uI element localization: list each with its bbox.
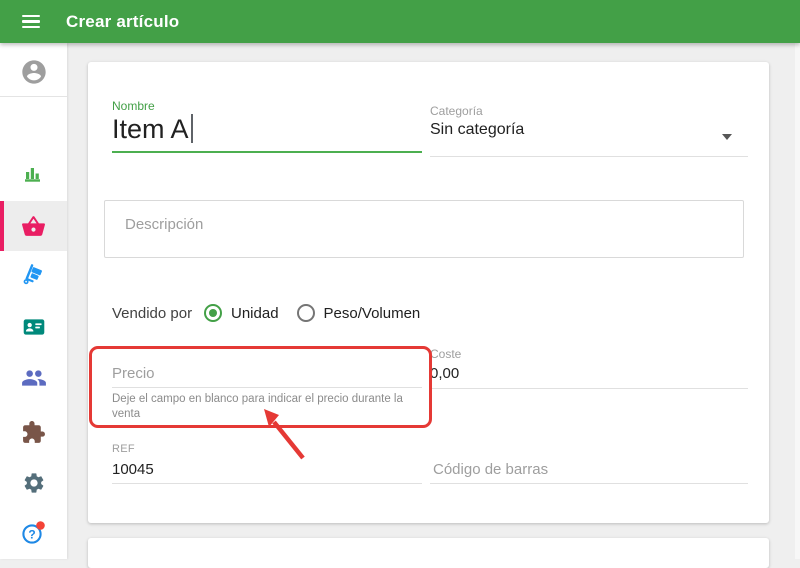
screen: Crear artículo [0, 0, 800, 559]
chevron-down-icon[interactable] [722, 134, 732, 140]
categoria-label: Categoría [430, 104, 483, 118]
gear-icon [22, 471, 46, 495]
precio-helper-text: Deje el campo en blanco para indicar el … [112, 392, 434, 422]
puzzle-icon [21, 420, 46, 445]
nombre-input[interactable]: Item A [112, 112, 193, 146]
sidebar-item-stock[interactable] [0, 251, 67, 301]
svg-text:?: ? [28, 528, 35, 542]
bar-chart-icon [22, 161, 46, 185]
sidebar-item-articles-active[interactable] [0, 201, 67, 251]
coste-input[interactable]: 0,00 [430, 365, 459, 382]
radio-peso-volumen[interactable] [297, 304, 315, 322]
page-title: Crear artículo [66, 12, 179, 32]
precio-input[interactable] [112, 357, 422, 389]
item-form-card: Nombre Item A Categoría Sin categoría De… [88, 62, 769, 523]
radio-unidad-label[interactable]: Unidad [231, 305, 279, 322]
descripcion-textarea[interactable]: Descripción [104, 200, 744, 258]
shopping-basket-icon [21, 214, 46, 239]
radio-unidad[interactable] [204, 304, 222, 322]
account-circle-icon [20, 58, 48, 86]
categoria-value: Sin categoría [430, 121, 524, 139]
nombre-label: Nombre [112, 99, 155, 113]
notification-red-dot [36, 521, 45, 530]
precio-underline [112, 387, 422, 388]
radio-peso-volumen-label[interactable]: Peso/Volumen [324, 305, 421, 322]
vendido-por-row: Vendido por Unidad Peso/Volumen [112, 302, 420, 324]
scrollbar[interactable] [795, 43, 800, 559]
hamburger-menu-icon[interactable] [12, 5, 50, 39]
text-cursor [191, 114, 193, 143]
coste-underline [430, 388, 748, 389]
sidebar-item-reports[interactable] [0, 148, 67, 198]
help-circle-icon: ? [19, 519, 49, 547]
ref-input[interactable]: 10045 [112, 461, 154, 478]
sidebar-item-settings[interactable] [0, 458, 67, 508]
codigo-barras-underline [430, 483, 748, 484]
codigo-barras-input[interactable]: Código de barras [433, 461, 548, 478]
sidebar-item-help[interactable]: ? [0, 508, 67, 558]
sidebar-item-employees[interactable] [0, 353, 67, 403]
sidebar-item-account[interactable] [0, 48, 67, 97]
descripcion-placeholder: Descripción [125, 216, 203, 233]
sidebar: ? [0, 43, 67, 559]
vendido-por-label: Vendido por [112, 305, 204, 322]
people-icon [21, 365, 47, 391]
ref-underline [112, 483, 422, 484]
app-header: Crear artículo [0, 0, 800, 43]
sidebar-item-apps[interactable] [0, 407, 67, 457]
ref-label: REF [112, 443, 135, 455]
coste-label: Coste [430, 347, 461, 361]
categoria-underline [430, 156, 748, 157]
sidebar-item-customer-cards[interactable] [0, 302, 67, 352]
nombre-underline [112, 151, 422, 153]
next-section-card [88, 538, 769, 568]
precio-placeholder: Precio [112, 365, 155, 382]
contact-card-icon [21, 314, 47, 340]
hand-truck-icon [21, 263, 47, 289]
